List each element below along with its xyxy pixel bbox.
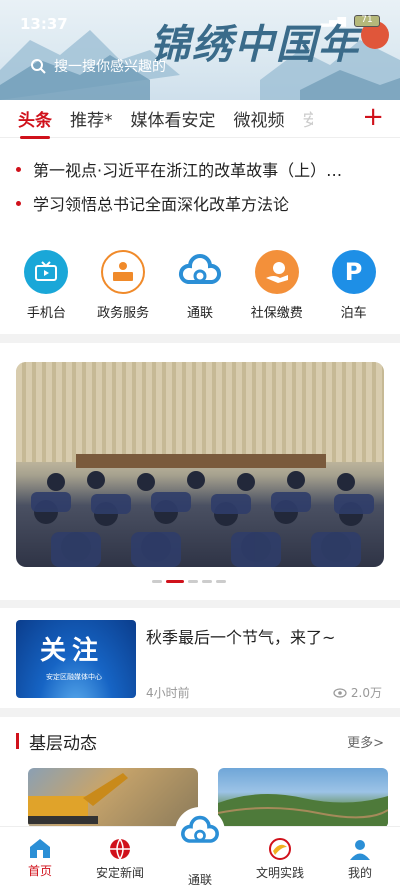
nav-label: 首页 — [27, 864, 52, 878]
nav-label: 文明实践 — [255, 866, 304, 880]
service-parking[interactable]: P 泊车 — [318, 250, 390, 321]
meeting-photo — [31, 454, 374, 567]
more-link[interactable]: 更多> — [347, 732, 384, 751]
service-label: 政务服务 — [97, 306, 150, 321]
banner-title: 锦绣中国年 — [150, 21, 360, 68]
divider — [0, 600, 400, 608]
eye-icon — [333, 687, 347, 698]
headline-item[interactable]: 第一视点·习近平在浙江的改革故事（上）… — [0, 152, 400, 186]
parking-icon: P — [331, 250, 376, 294]
terraced-hills-photo — [218, 794, 388, 828]
bullet-icon — [16, 200, 21, 206]
cloud-link-icon — [175, 807, 225, 857]
civilization-practice-icon — [269, 838, 291, 860]
section-marker — [16, 733, 19, 749]
user-icon — [350, 840, 370, 860]
section-title: 基层动态 — [29, 733, 97, 754]
news-thumbnail[interactable]: 关注 安定区融媒体中心 — [16, 620, 136, 698]
nav-news[interactable]: 安定新闻 — [85, 827, 155, 889]
thumbnail-caption: 安定区融媒体中心 — [46, 673, 102, 681]
thumbnail-heading: 关注 — [40, 636, 105, 666]
home-icon — [30, 839, 50, 858]
carousel-dot[interactable] — [152, 580, 162, 583]
headline-text: 学习领悟总书记全面深化改革方法论 — [33, 195, 290, 214]
service-label: 手机台 — [26, 306, 66, 321]
service-grid: 手机台 政务服务 通联 社保缴费 P 泊车 — [0, 250, 400, 321]
service-government[interactable]: 政务服务 — [87, 250, 159, 321]
headline-item[interactable]: 学习领悟总书记全面深化改革方法论 — [0, 186, 400, 220]
divider — [0, 708, 400, 717]
carousel-indicator — [152, 580, 226, 583]
cloud-link-icon — [177, 250, 222, 294]
headline-text: 第一视点·习近平在浙江的改革故事（上）… — [33, 161, 343, 180]
bottom-navigation: 首页 安定新闻 通联 文明实践 我的 — [0, 807, 400, 889]
news-title[interactable]: 秋季最后一个节气，来了~ — [146, 624, 335, 648]
nav-home[interactable]: 首页 — [5, 827, 75, 889]
service-label: 泊车 — [340, 306, 367, 321]
divider — [0, 334, 400, 343]
status-time: 13:37 — [20, 15, 68, 33]
tab-headline[interactable]: 头条 — [18, 106, 52, 139]
search-placeholder: 搜一搜你感兴趣的 — [54, 59, 166, 75]
service-label: 通联 — [186, 306, 213, 321]
carousel-dot[interactable] — [202, 580, 212, 583]
tab-micro-video[interactable]: 微视频 — [234, 106, 285, 131]
tv-icon — [24, 250, 69, 294]
header-banner: 13:37 ▂▄▆ 71 锦绣中国年 搜一搜你感兴趣的 — [0, 0, 400, 100]
service-label: 社保缴费 — [250, 306, 303, 321]
nav-mine[interactable]: 我的 — [325, 827, 395, 889]
service-tonglian[interactable]: 通联 — [164, 250, 236, 321]
government-service-icon — [101, 250, 146, 294]
carousel-dot[interactable] — [188, 580, 198, 583]
views-count: 2.0万 — [350, 686, 382, 700]
app-screen: 13:37 ▂▄▆ 71 锦绣中国年 搜一搜你感兴趣的 头条 推荐* 媒体看安定… — [0, 0, 400, 889]
news-time: 4小时前 — [146, 686, 190, 700]
section-header: 基层动态 更多> — [16, 730, 384, 754]
news-thumbnail[interactable] — [28, 768, 198, 828]
nav-label: 安定新闻 — [95, 866, 144, 880]
service-social-security[interactable]: 社保缴费 — [241, 250, 313, 321]
tab-media-view[interactable]: 媒体看安定 — [131, 106, 216, 131]
plus-icon[interactable]: + — [362, 104, 384, 130]
nav-tonglian[interactable]: 通联 — [165, 807, 235, 889]
excavator-photo — [28, 773, 128, 824]
nav-label: 通联 — [187, 873, 212, 887]
globe-icon — [110, 838, 130, 860]
carousel-dot[interactable] — [216, 580, 226, 583]
search-bar[interactable]: 搜一搜你感兴趣的 — [30, 56, 166, 76]
nav-civilization[interactable]: 文明实践 — [245, 827, 315, 889]
carousel-dot-active[interactable] — [166, 580, 184, 583]
tab-recommend[interactable]: 推荐* — [70, 106, 113, 131]
news-thumbnail[interactable] — [218, 768, 388, 828]
headline-list: 第一视点·习近平在浙江的改革故事（上）… 学习领悟总书记全面深化改革方法论 — [0, 152, 400, 220]
channel-tabs: 头条 推荐* 媒体看安定 微视频 安 + — [0, 100, 400, 139]
social-security-payment-icon — [254, 250, 299, 294]
news-views: 2.0万 — [333, 684, 382, 701]
carousel-image[interactable] — [16, 362, 384, 567]
nav-label: 我的 — [347, 866, 372, 880]
tab-overflow[interactable]: 安 — [303, 106, 313, 131]
search-icon — [31, 59, 46, 74]
service-mobile-tv[interactable]: 手机台 — [10, 250, 82, 321]
bullet-icon — [16, 166, 21, 172]
